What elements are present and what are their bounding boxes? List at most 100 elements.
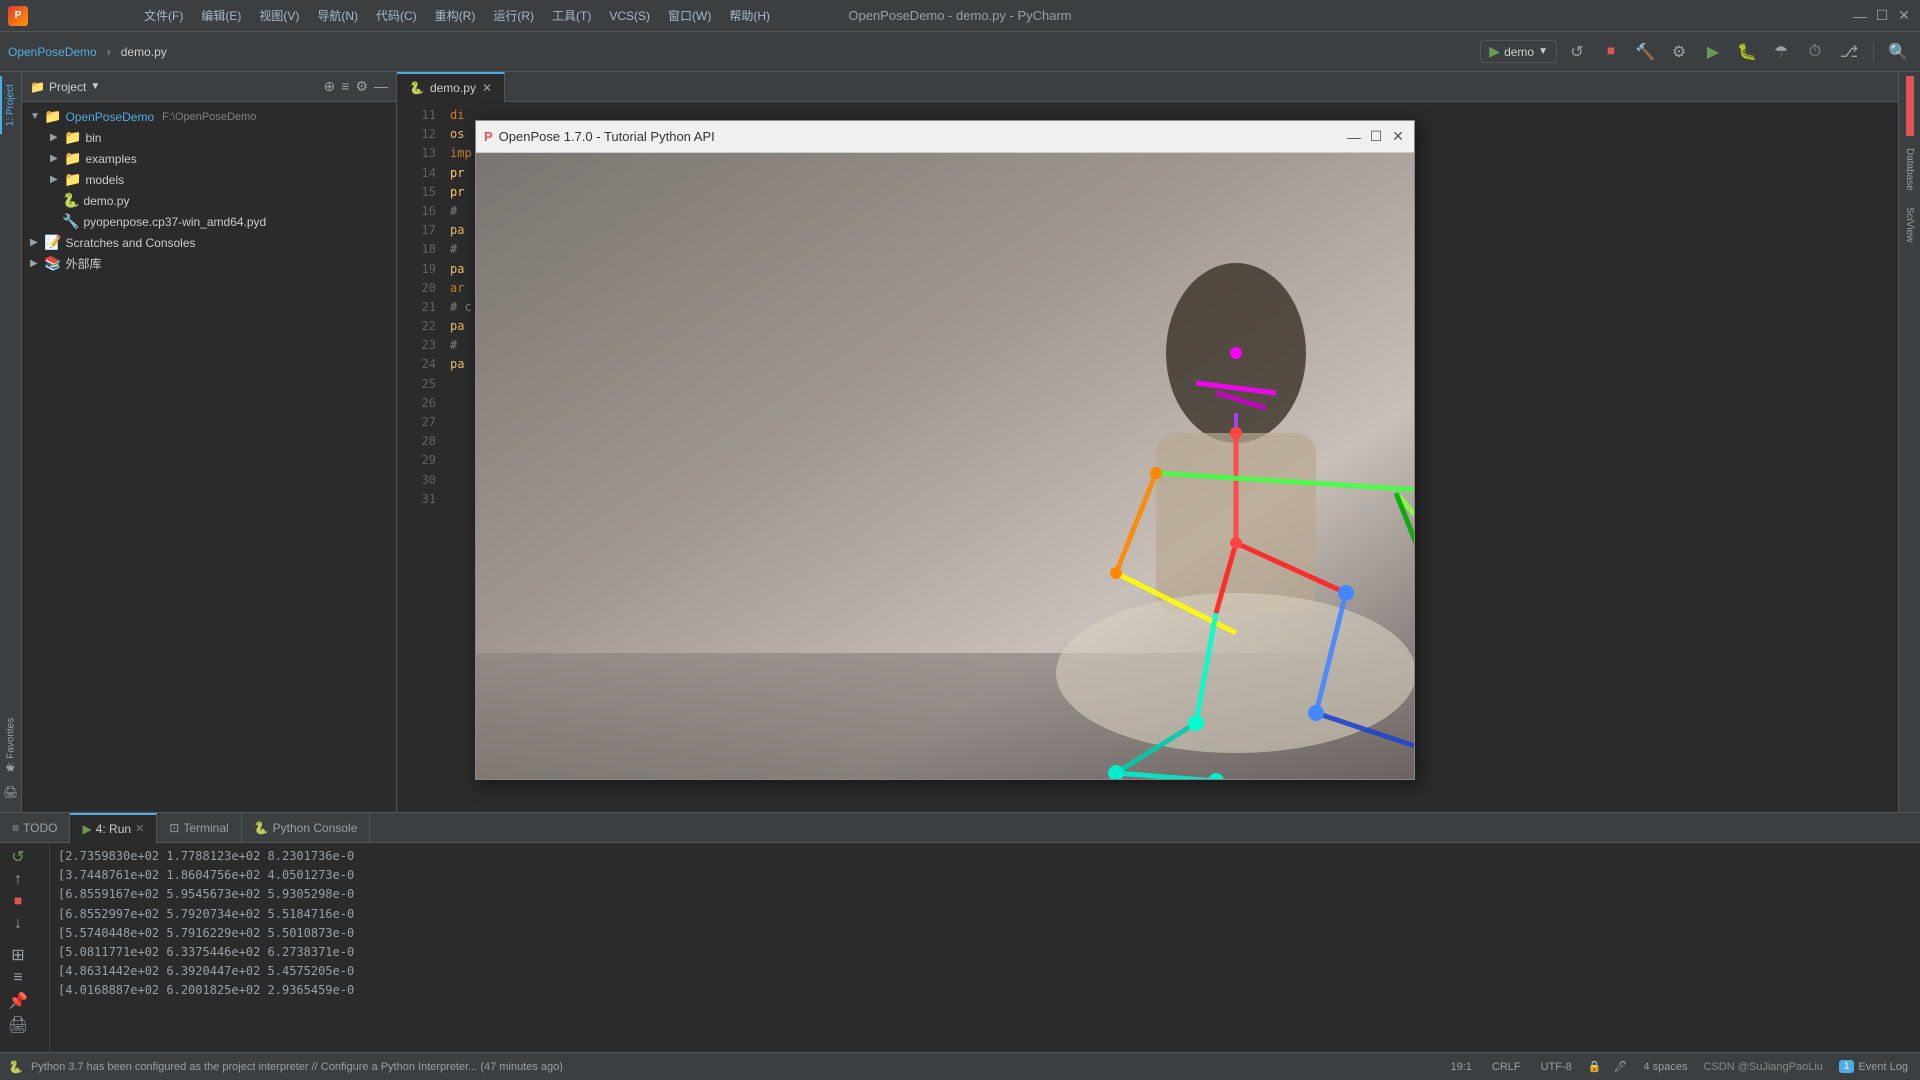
stop-ctrl-button[interactable]: ⏹: [4, 893, 32, 911]
wrap-button[interactable]: ≡: [4, 969, 32, 987]
panel-close-button[interactable]: —: [374, 78, 388, 95]
panel-collapse-button[interactable]: ≡: [341, 78, 349, 95]
run-close-button[interactable]: ✕: [135, 822, 144, 835]
tree-item-pyd[interactable]: 🔧 pyopenpose.cp37-win_amd64.pyd: [22, 211, 396, 232]
menu-file[interactable]: 文件(F): [136, 3, 191, 28]
scroll-down-button[interactable]: ↓: [4, 915, 32, 933]
right-tab-sciview[interactable]: SciView: [1902, 199, 1917, 250]
event-log-badge: 1: [1839, 1060, 1855, 1073]
scroll-up-button[interactable]: ↑: [4, 871, 32, 889]
popup-title-label: OpenPose 1.7.0 - Tutorial Python API: [499, 129, 715, 144]
bottom-tab-todo[interactable]: ≡ TODO: [0, 813, 70, 843]
print-output-button[interactable]: 🖨: [4, 1015, 32, 1035]
stop-button[interactable]: ⏹: [1597, 38, 1625, 66]
charset[interactable]: UTF-8: [1537, 1059, 1576, 1075]
maximize-button[interactable]: ☐: [1874, 8, 1890, 24]
build-button[interactable]: 🔨: [1631, 38, 1659, 66]
panel-header: 📁 Project ▼ ⊕ ≡ ⚙ —: [22, 72, 396, 102]
popup-title-bar: P OpenPose 1.7.0 - Tutorial Python API —…: [476, 121, 1414, 153]
popup-minimize-button[interactable]: —: [1346, 129, 1362, 145]
favorites-tab[interactable]: 2: Favorites: [1, 734, 21, 754]
line-num-12: 12: [397, 125, 436, 144]
indent-setting[interactable]: 4 spaces: [1639, 1059, 1691, 1075]
popup-controls: — ☐ ✕: [1346, 129, 1406, 145]
console-line-3: [6.8559167e+02 5.9545673e+02 5.9305298e-…: [58, 885, 1912, 904]
tree-examples-folder-icon: 📁: [64, 150, 81, 167]
tree-demo-py-icon: 🐍: [62, 192, 79, 209]
event-log-button[interactable]: 1 Event Log: [1835, 1058, 1912, 1075]
menu-nav[interactable]: 导航(N): [309, 3, 366, 28]
run-icon: ▶: [82, 822, 91, 836]
ide-right-panel: Database SciView: [1898, 72, 1920, 812]
tree-root-label: OpenPoseDemo: [65, 110, 154, 124]
python-console-icon: 🐍: [254, 821, 269, 835]
run-button[interactable]: ▶: [1699, 38, 1727, 66]
tree-item-models[interactable]: ▶ 📁 models: [22, 169, 396, 190]
panel-dropdown-icon[interactable]: ▼: [90, 81, 100, 92]
menu-code[interactable]: 代码(C): [368, 3, 425, 28]
rerun-ctrl-button[interactable]: ↺: [4, 847, 32, 867]
tree-root-item[interactable]: ▼ 📁 OpenPoseDemo F:\OpenPoseDemo: [22, 106, 396, 127]
pose-svg: [476, 153, 1414, 779]
bottom-tab-python-console[interactable]: 🐍 Python Console: [242, 813, 371, 843]
line-num-21: 21: [397, 298, 436, 317]
sidebar-tab-project[interactable]: 1: Project: [0, 76, 21, 134]
console-line-6: [5.0811771e+02 6.3375446e+02 6.2738371e-…: [58, 943, 1912, 962]
profile-button[interactable]: ⏱: [1801, 38, 1829, 66]
menu-help[interactable]: 帮助(H): [721, 3, 778, 28]
debug-button[interactable]: 🐛: [1733, 38, 1761, 66]
layout-button[interactable]: ⊞: [4, 945, 32, 965]
line-num-26: 26: [397, 394, 436, 413]
more-options-button[interactable]: …: [4, 1043, 45, 1052]
panel-add-button[interactable]: ⊕: [324, 78, 336, 95]
menu-run[interactable]: 运行(R): [485, 3, 542, 28]
tree-item-demo-py[interactable]: 🐍 demo.py: [22, 190, 396, 211]
tree-examples-arrow: ▶: [50, 153, 60, 164]
rerun-button[interactable]: ↺: [1563, 38, 1591, 66]
pin-output-button[interactable]: 📌: [4, 991, 32, 1011]
toolbar-separator: [1873, 42, 1874, 62]
tree-item-external[interactable]: ▶ 📚 外部库: [22, 253, 396, 274]
project-panel: 📁 Project ▼ ⊕ ≡ ⚙ — ▼ 📁 OpenPoseDemo F:: [22, 72, 397, 812]
tree-bin-arrow: ▶: [50, 132, 60, 143]
menu-view[interactable]: 视图(V): [251, 3, 307, 28]
minimize-button[interactable]: —: [1852, 8, 1868, 24]
bottom-tab-terminal[interactable]: ⊡ Terminal: [157, 813, 241, 843]
tree-item-examples[interactable]: ▶ 📁 examples: [22, 148, 396, 169]
line-ending[interactable]: CRLF: [1488, 1059, 1525, 1075]
run-config-dropdown-icon: ▼: [1538, 46, 1548, 57]
tree-root-icon: 📁: [44, 108, 61, 125]
menu-refactor[interactable]: 重构(R): [427, 3, 484, 28]
coverage-button[interactable]: ☂: [1767, 38, 1795, 66]
print-icon[interactable]: 🖨: [1, 782, 21, 802]
vcs-button[interactable]: ⎇: [1835, 38, 1863, 66]
title-bar: P 文件(F) 编辑(E) 视图(V) 导航(N) 代码(C) 重构(R) 运行…: [0, 0, 1920, 32]
menu-window[interactable]: 窗口(W): [660, 3, 719, 28]
popup-restore-button[interactable]: ☐: [1368, 129, 1384, 145]
console-line-5: [5.5740448e+02 5.7916229e+02 5.5010873e-…: [58, 924, 1912, 943]
menu-vcs[interactable]: VCS(S): [601, 5, 658, 27]
tree-bin-label: bin: [85, 131, 101, 145]
tree-scratches-label: Scratches and Consoles: [65, 236, 195, 250]
menu-edit[interactable]: 编辑(E): [193, 3, 249, 28]
bottom-tab-run[interactable]: ▶ 4: Run ✕: [70, 813, 157, 843]
tab-demo-py[interactable]: 🐍 demo.py ✕: [397, 72, 505, 102]
cursor-position[interactable]: 19:1: [1446, 1059, 1475, 1075]
search-button[interactable]: 🔍: [1884, 38, 1912, 66]
close-button[interactable]: ✕: [1896, 8, 1912, 24]
panel-settings-button[interactable]: ⚙: [355, 78, 368, 95]
right-tab-database[interactable]: Database: [1902, 140, 1917, 199]
tree-models-folder-icon: 📁: [64, 171, 81, 188]
popup-close-button[interactable]: ✕: [1390, 129, 1406, 145]
line-num-15: 15: [397, 183, 436, 202]
tab-icon: 🐍: [409, 81, 424, 95]
tree-item-scratches[interactable]: ▶ 📝 Scratches and Consoles: [22, 232, 396, 253]
tree-item-bin[interactable]: ▶ 📁 bin: [22, 127, 396, 148]
tab-close-button[interactable]: ✕: [482, 81, 492, 95]
terminal-icon: ⊡: [169, 821, 179, 835]
menu-tools[interactable]: 工具(T): [544, 3, 599, 28]
settings-button[interactable]: ⚙: [1665, 38, 1693, 66]
run-config-selector[interactable]: ▶ demo ▼: [1480, 40, 1557, 63]
tree-scratches-arrow: ▶: [30, 237, 40, 248]
run-config-icon: ▶: [1489, 43, 1500, 60]
